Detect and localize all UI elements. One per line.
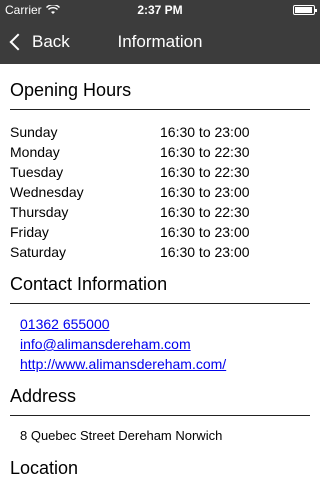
hours-row: Friday 16:30 to 23:00 <box>10 222 310 242</box>
status-time: 2:37 PM <box>137 3 183 17</box>
website-link[interactable]: http://www.alimansdereham.com/ <box>20 354 310 374</box>
hours-row: Monday 16:30 to 22:30 <box>10 142 310 162</box>
hours-time: 16:30 to 23:00 <box>160 124 250 140</box>
hours-day: Monday <box>10 144 60 160</box>
phone-link[interactable]: 01362 655000 <box>20 314 310 334</box>
hours-row: Wednesday 16:30 to 23:00 <box>10 182 310 202</box>
hours-time: 16:30 to 22:30 <box>160 144 250 160</box>
address-text: 8 Quebec Street Dereham Norwich <box>20 428 223 443</box>
hours-row: Saturday 16:30 to 23:00 <box>10 242 310 262</box>
hours-day: Tuesday <box>10 164 64 180</box>
battery-icon <box>293 5 317 15</box>
main-content: Opening Hours Sunday 16:30 to 23:00 Monda… <box>0 64 320 487</box>
hours-row: Sunday 16:30 to 23:00 <box>10 122 310 142</box>
page-title: Information <box>117 32 203 51</box>
hours-day: Saturday <box>10 244 67 260</box>
hours-time: 16:30 to 23:00 <box>160 184 250 200</box>
opening-hours-heading: Opening Hours <box>10 64 310 110</box>
hours-time: 16:30 to 23:00 <box>160 244 250 260</box>
hours-time: 16:30 to 22:30 <box>160 204 250 220</box>
location-heading: Location <box>10 458 79 478</box>
email-link[interactable]: info@alimansdereham.com <box>20 334 310 354</box>
contact-list: 01362 655000 info@alimansdereham.com htt… <box>10 304 310 380</box>
hours-day: Friday <box>10 224 49 240</box>
hours-time: 16:30 to 22:30 <box>160 164 250 180</box>
status-bar: Carrier 2:37 PM <box>0 0 320 20</box>
hours-row: Thursday 16:30 to 22:30 <box>10 202 310 222</box>
address-heading: Address <box>10 380 310 416</box>
hours-day: Sunday <box>10 124 58 140</box>
hours-time: 16:30 to 23:00 <box>160 224 250 240</box>
battery-level <box>295 7 312 13</box>
hours-day: Thursday <box>10 204 69 220</box>
contact-heading: Contact Information <box>10 268 310 304</box>
opening-hours-list: Sunday 16:30 to 23:00 Monday 16:30 to 22:3… <box>10 110 310 268</box>
navigation-bar: Back Information <box>0 20 320 64</box>
hours-row: Tuesday 16:30 to 22:30 <box>10 162 310 182</box>
hours-day: Wednesday <box>10 184 84 200</box>
